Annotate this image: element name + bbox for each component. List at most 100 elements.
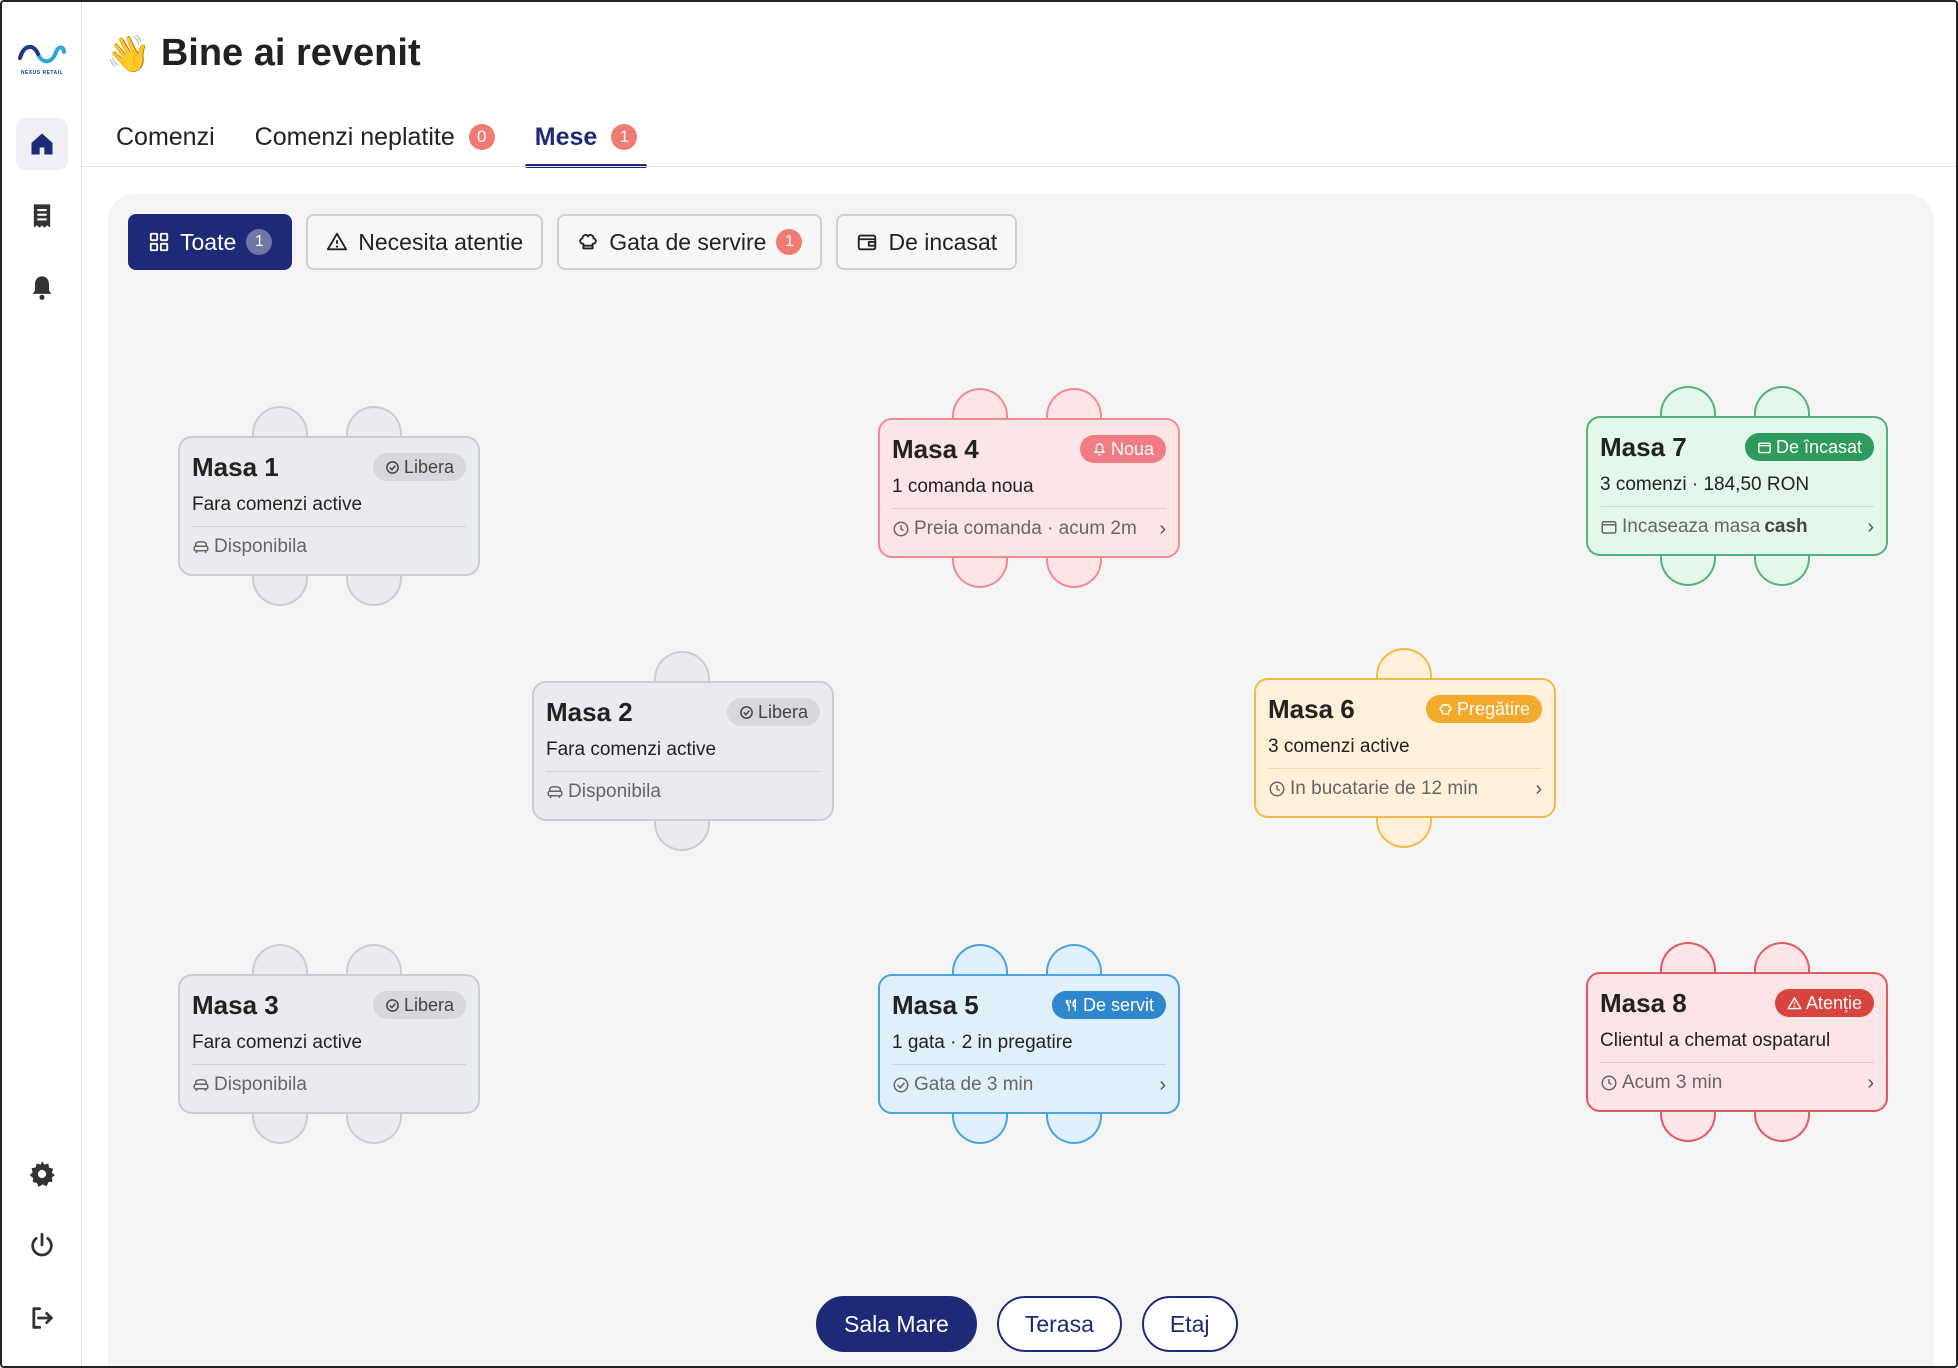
table-masa-2[interactable]: Masa 2 Libera Fara comenzi active Dispon… (532, 651, 834, 851)
table-card[interactable]: Masa 1 Libera Fara comenzi active Dispon… (178, 436, 480, 576)
warning-icon (327, 232, 348, 251)
table-card[interactable]: Masa 2 Libera Fara comenzi active Dispon… (532, 681, 834, 821)
chevron-right-icon[interactable]: › (1535, 778, 1542, 801)
room-sala-mare[interactable]: Sala Mare (816, 1296, 977, 1352)
check-circle-icon (740, 705, 753, 719)
table-masa-4[interactable]: Masa 4 Noua 1 comanda noua Preia comanda… (878, 388, 1180, 588)
status-label: De servit (1082, 994, 1154, 1015)
receipt-icon (33, 204, 51, 228)
chair (1046, 944, 1102, 974)
chevron-right-icon[interactable]: › (1867, 516, 1874, 539)
tab-mese[interactable]: Mese 1 (524, 106, 648, 168)
table-card[interactable]: Masa 7 De încasat 3 comenzi · 184,50 RON… (1586, 416, 1888, 556)
wallet-icon (1758, 441, 1771, 453)
check-circle-icon (893, 1077, 909, 1093)
table-summary: Fara comenzi active (192, 1032, 363, 1053)
power-icon (31, 1232, 53, 1257)
sidebar-item-orders[interactable] (16, 190, 68, 242)
table-card[interactable]: Masa 5 De servit 1 gata · 2 in pregatire… (878, 974, 1180, 1114)
status-badge: Atenție (1774, 989, 1874, 1017)
tab-comenzi[interactable]: Comenzi (106, 106, 225, 168)
room-terasa[interactable]: Terasa (996, 1296, 1122, 1352)
table-summary: Fara comenzi active (546, 739, 717, 760)
status-label: Atenție (1805, 992, 1862, 1013)
tab-label: Comenzi neplatite (254, 122, 455, 151)
filter-label: De incasat (888, 228, 998, 255)
table-masa-8[interactable]: Masa 8 Atenție Clientul a chemat ospatar… (1586, 942, 1888, 1142)
armchair-icon (193, 1078, 209, 1091)
filter-gata-de-servire[interactable]: Gata de servire 1 (557, 214, 823, 270)
tab-comenzi-neplatite[interactable]: Comenzi neplatite 0 (245, 106, 505, 168)
clock-icon (1601, 1075, 1617, 1091)
nexus-logo[interactable]: NEXUS RETAIL (16, 38, 68, 82)
filter-label: Toate (180, 228, 237, 255)
table-masa-5[interactable]: Masa 5 De servit 1 gata · 2 in pregatire… (878, 944, 1180, 1144)
sidebar-item-logout[interactable] (16, 1292, 68, 1344)
table-card[interactable]: Masa 6 Pregătire 3 comenzi active In buc… (1254, 678, 1556, 818)
table-name: Masa 7 (1600, 431, 1687, 462)
chef-hat-icon (1439, 703, 1452, 715)
chair (952, 388, 1008, 418)
table-card[interactable]: Masa 8 Atenție Clientul a chemat ospatar… (1586, 972, 1888, 1112)
table-footer-text: Disponibila (214, 1074, 307, 1095)
chair (952, 558, 1008, 588)
table-masa-1[interactable]: Masa 1 Libera Fara comenzi active Dispon… (178, 406, 480, 606)
room-etaj[interactable]: Etaj (1141, 1296, 1238, 1352)
chair (654, 821, 710, 851)
tab-count-badge: 0 (468, 124, 495, 150)
chair (1660, 386, 1716, 416)
table-name: Masa 4 (892, 433, 979, 464)
gear-icon (29, 1161, 55, 1187)
status-badge: Libera (726, 698, 820, 726)
chair (252, 944, 308, 974)
logout-icon (32, 1307, 53, 1329)
table-masa-3[interactable]: Masa 3 Libera Fara comenzi active Dispon… (178, 944, 480, 1144)
chevron-right-icon[interactable]: › (1867, 1072, 1874, 1095)
bell-icon (32, 276, 52, 300)
wallet-icon (858, 234, 877, 251)
table-footer-text: Acum 3 min (1622, 1072, 1723, 1093)
utensils-icon (1065, 998, 1076, 1011)
status-label: Libera (403, 456, 454, 477)
filter-necesita-atentie[interactable]: Necesita atentie (306, 214, 544, 270)
filter-count-badge: 1 (246, 229, 273, 255)
table-summary: 1 comanda noua (892, 476, 1034, 497)
table-masa-6[interactable]: Masa 6 Pregătire 3 comenzi active In buc… (1254, 648, 1556, 848)
chair (1660, 942, 1716, 972)
table-name: Masa 3 (192, 989, 279, 1020)
armchair-icon (193, 540, 209, 553)
table-summary: 3 comenzi active (1268, 736, 1410, 757)
chevron-right-icon[interactable]: › (1159, 518, 1166, 541)
chair (1754, 556, 1810, 586)
sidebar-item-home[interactable] (16, 118, 68, 170)
table-footer-text: Gata de 3 min (914, 1074, 1034, 1095)
home-icon (31, 133, 53, 155)
filter-label: Necesita atentie (358, 228, 524, 255)
chair (1046, 1114, 1102, 1144)
chevron-right-icon[interactable]: › (1159, 1074, 1166, 1097)
status-label: Libera (403, 994, 454, 1015)
table-masa-7[interactable]: Masa 7 De încasat 3 comenzi · 184,50 RON… (1586, 386, 1888, 586)
status-label: De încasat (1775, 436, 1862, 457)
status-label: Libera (757, 701, 808, 722)
check-circle-icon (386, 460, 399, 474)
status-badge: Pregătire (1425, 695, 1542, 723)
status-badge: Libera (372, 453, 466, 481)
room-selector: Sala Mare Terasa Etaj (816, 1296, 1238, 1352)
table-name: Masa 1 (192, 451, 279, 482)
sidebar-item-power[interactable] (16, 1220, 68, 1272)
table-summary: 1 gata · 2 in pregatire (892, 1032, 1073, 1053)
chair (952, 1114, 1008, 1144)
sidebar-item-notifications[interactable] (16, 262, 68, 314)
clock-icon (893, 521, 909, 537)
filter-toate[interactable]: Toate 1 (128, 214, 293, 270)
table-card[interactable]: Masa 3 Libera Fara comenzi active Dispon… (178, 974, 480, 1114)
tab-label: Comenzi (116, 122, 215, 151)
sidebar: NEXUS RETAIL (2, 2, 82, 1366)
table-summary: Clientul a chemat ospatarul (1600, 1030, 1831, 1051)
filter-de-incasat[interactable]: De incasat (836, 214, 1018, 270)
sidebar-item-settings[interactable] (16, 1148, 68, 1200)
waving-hand-icon: 👋 (106, 32, 151, 74)
table-card[interactable]: Masa 4 Noua 1 comanda noua Preia comanda… (878, 418, 1180, 558)
table-summary: 3 comenzi · 184,50 RON (1600, 474, 1810, 495)
